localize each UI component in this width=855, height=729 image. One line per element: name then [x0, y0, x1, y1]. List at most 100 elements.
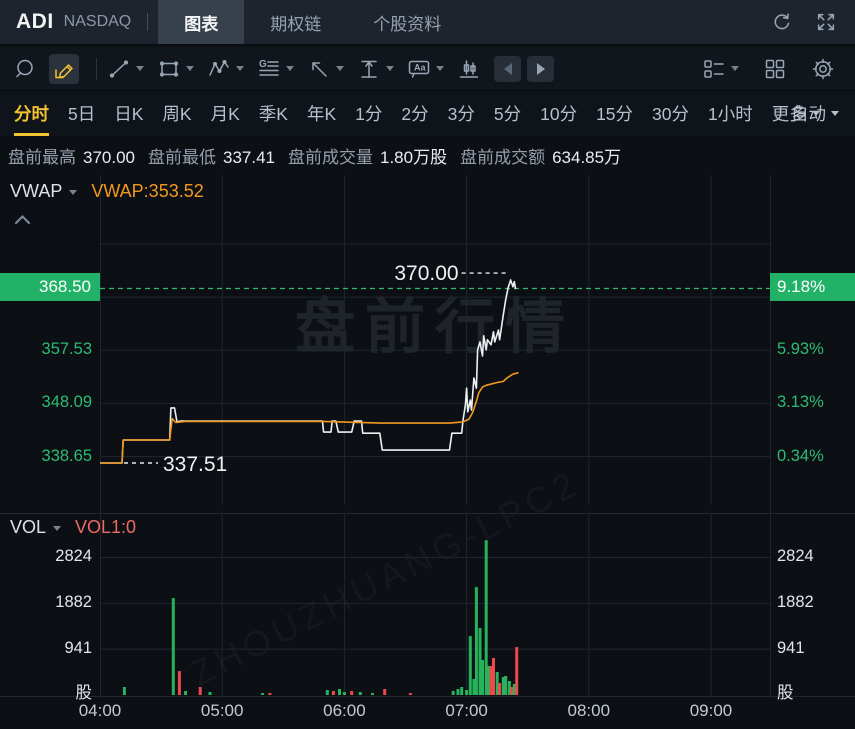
- chevron-down-icon: [186, 66, 194, 71]
- scale-mode-select[interactable]: 自动: [791, 91, 839, 136]
- stock-symbol: ADI: [16, 10, 54, 33]
- timeframe-7[interactable]: 年K: [307, 91, 336, 136]
- timeframe-8[interactable]: 1分: [355, 91, 382, 136]
- right-arrow-icon: [536, 62, 545, 75]
- price-axis-label: 348.09: [41, 393, 92, 412]
- stat-label: 盘前成交额: [460, 148, 546, 167]
- time-tick-label: 08:00: [567, 701, 611, 720]
- aa-icon-label: Aa: [414, 62, 426, 72]
- high-price-annotation: 370.00: [394, 262, 458, 285]
- left-arrow-icon: [503, 62, 512, 75]
- time-tick-label: 04:00: [78, 701, 122, 720]
- chevron-down-icon: [236, 66, 244, 71]
- toolbar-right-group: [702, 57, 843, 81]
- timeframe-1[interactable]: 分时: [14, 91, 49, 136]
- rectangle-tool-button[interactable]: [157, 57, 194, 81]
- drawing-toolbar: G Aa: [0, 47, 855, 91]
- stat-value: 337.41: [223, 148, 275, 167]
- chevron-down-icon: [136, 66, 144, 71]
- stat-2: 盘前最低 337.41: [148, 143, 275, 168]
- volume-axis-label: 2824: [777, 547, 814, 566]
- prev-drawing-button[interactable]: [494, 55, 521, 82]
- price-axis-label: 338.65: [41, 446, 92, 465]
- stat-label: 盘前最高: [8, 148, 76, 167]
- timeframe-5[interactable]: 月K: [211, 91, 240, 136]
- tab-2[interactable]: 期权链: [244, 0, 347, 44]
- price-chart-plot[interactable]: 370.00 337.51: [100, 175, 770, 505]
- timeframe-9[interactable]: 2分: [401, 91, 428, 136]
- timeframe-items: 分时 5日 日K 周K 月K 季K 年K 1分 2分 3分 5分 10分 15分 30分 1小时 更多: [14, 91, 839, 136]
- symbol-header: ADI NASDAQ: [0, 0, 149, 44]
- stat-label: 盘前最低: [148, 148, 216, 167]
- trading-chart-app: ADI NASDAQ 图表 期权链 个股资料 G Aa 分时 5日 日K 周K …: [0, 0, 855, 729]
- timeframe-11[interactable]: 5分: [494, 91, 521, 136]
- timeframe-2[interactable]: 5日: [68, 91, 95, 136]
- top-bar: ADI NASDAQ 图表 期权链 个股资料: [0, 0, 855, 44]
- percent-axis-label: 0.34%: [777, 446, 824, 465]
- stat-4: 盘前成交额 634.85万: [460, 143, 621, 168]
- collapse-pane-chevron[interactable]: [13, 213, 32, 226]
- stat-label: 盘前成交量: [288, 148, 373, 167]
- premarket-stats-row: 盘前最高 370.00 盘前最低 337.41 盘前成交量 1.80万股 盘前成交额 634.…: [8, 143, 634, 168]
- volume-unit-right: 股: [777, 684, 794, 702]
- expand-icon[interactable]: [815, 11, 837, 33]
- measure-tool-button[interactable]: [357, 57, 394, 81]
- volume-axis-label: 941: [777, 639, 805, 658]
- magnet-tool-button[interactable]: [12, 57, 36, 81]
- timeframe-15[interactable]: 1小时: [708, 91, 753, 136]
- timeframe-6[interactable]: 季K: [259, 91, 288, 136]
- next-drawing-button[interactable]: [527, 55, 554, 82]
- vol-label: VOL: [10, 517, 47, 537]
- current-change-badge: 9.18%: [770, 273, 855, 301]
- chevron-down-icon: [53, 526, 62, 531]
- settings-button[interactable]: [811, 57, 835, 81]
- time-tick-label: 09:00: [689, 701, 733, 720]
- svg-text:G: G: [259, 59, 267, 70]
- gann-lines-tool-button[interactable]: G: [257, 57, 294, 81]
- vwap-label: VWAP: [10, 181, 63, 201]
- stat-value: 370.00: [83, 148, 135, 167]
- tab-3[interactable]: 个股资料: [347, 0, 467, 44]
- chevron-down-icon: [386, 66, 394, 71]
- timeframe-14[interactable]: 30分: [652, 91, 689, 136]
- exchange-label: NASDAQ: [63, 13, 132, 30]
- divider: [96, 57, 97, 80]
- chevron-down-icon: [336, 66, 344, 71]
- chevron-down-icon: [69, 190, 78, 195]
- scale-mode-label: 自动: [791, 104, 826, 124]
- volume-chart-plot[interactable]: [100, 513, 770, 697]
- stat-value: 1.80万股: [380, 148, 448, 167]
- timeframe-10[interactable]: 3分: [448, 91, 475, 136]
- vol-indicator-selector[interactable]: VOL VOL1:0: [10, 517, 136, 538]
- volume-axis-label: 1882: [55, 593, 92, 612]
- volume-unit-left: 股: [75, 684, 93, 702]
- text-annotation-tool-button[interactable]: Aa: [407, 57, 444, 81]
- draw-tool-button[interactable]: [49, 53, 79, 84]
- price-axis-label: 357.53: [41, 340, 92, 359]
- timeframe-4[interactable]: 周K: [162, 91, 191, 136]
- wave-tool-button[interactable]: [207, 57, 244, 81]
- timeframe-12[interactable]: 10分: [540, 91, 577, 136]
- bar-count-tool-button[interactable]: [457, 57, 481, 81]
- refresh-icon[interactable]: [771, 11, 793, 33]
- timeframe-3[interactable]: 日K: [114, 91, 143, 136]
- object-list-button[interactable]: [702, 57, 739, 81]
- timeframe-13[interactable]: 15分: [596, 91, 633, 136]
- percent-axis-label: 3.13%: [777, 393, 824, 412]
- time-tick-label: 06:00: [323, 701, 366, 720]
- vwap-indicator-selector[interactable]: VWAP VWAP:353.52: [10, 181, 204, 202]
- percent-axis-label: 5.93%: [777, 340, 824, 359]
- vwap-value: VWAP:353.52: [91, 181, 204, 201]
- trend-line-tool-button[interactable]: [107, 57, 144, 81]
- tab-1[interactable]: 图表: [158, 0, 245, 44]
- arrow-tool-button[interactable]: [307, 57, 344, 81]
- vol-value: VOL1:0: [75, 517, 137, 537]
- divider: [147, 13, 149, 31]
- layout-grid-button[interactable]: [763, 57, 787, 81]
- stat-value: 634.85万: [552, 148, 622, 167]
- volume-axis-label: 941: [64, 639, 92, 658]
- topbar-actions: [771, 0, 855, 44]
- timeframe-bar: 分时 5日 日K 周K 月K 季K 年K 1分 2分 3分 5分 10分 15分 30分 1小时 更多 自动: [0, 91, 855, 136]
- volume-axis-label: 1882: [777, 593, 814, 612]
- top-tabs: 图表 期权链 个股资料: [158, 0, 467, 44]
